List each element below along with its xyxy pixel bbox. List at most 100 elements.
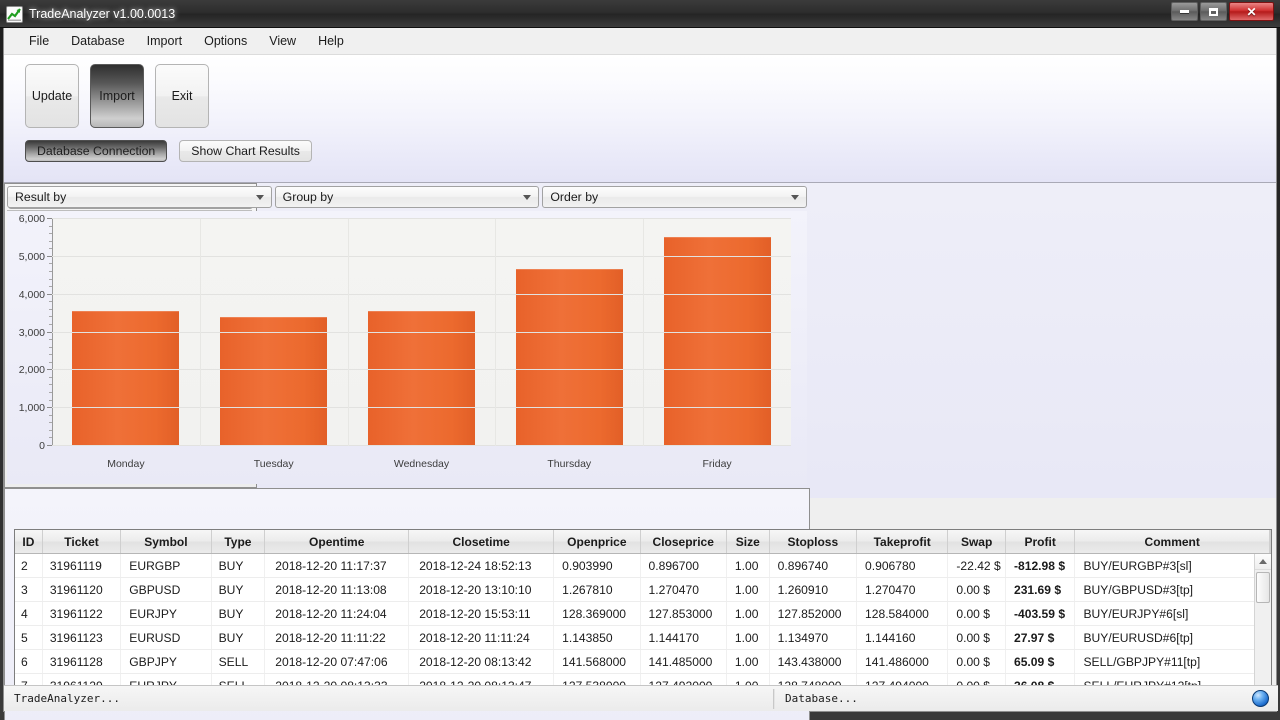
order-by-combo[interactable]: Order by [542, 186, 808, 208]
x-axis-tick-label: Tuesday [253, 458, 294, 470]
y-axis-tick [47, 369, 52, 371]
cell-ticket: 31961122 [43, 602, 122, 625]
window-title: TradeAnalyzer v1.00.0013 [29, 7, 176, 21]
gridline [52, 293, 791, 295]
scrollbar-thumb[interactable] [1256, 572, 1270, 603]
cell-ticket: 31961120 [43, 578, 122, 601]
y-axis-minor-tick [49, 392, 52, 394]
gridline [52, 445, 791, 446]
y-axis-minor-tick [49, 354, 52, 356]
y-axis-minor-tick [49, 339, 52, 341]
y-axis-tick [47, 255, 52, 257]
column-header-size[interactable]: Size [727, 530, 770, 553]
cell-closeprice: 127.853000 [641, 602, 727, 625]
y-axis-tick [47, 407, 52, 409]
column-header-ticket[interactable]: Ticket [43, 530, 122, 553]
toolbar-secondary-group: Database Connection Show Chart Results [25, 140, 312, 162]
show-chart-results-button[interactable]: Show Chart Results [179, 140, 312, 162]
gridline-vertical [495, 219, 497, 446]
column-header-spacer [1270, 530, 1271, 553]
cell-opentime: 2018-12-20 11:13:08 [265, 578, 410, 601]
y-axis-minor-tick [49, 225, 52, 227]
y-axis-minor-tick [49, 278, 52, 280]
menu-item-options[interactable]: Options [193, 30, 258, 52]
menu-item-view[interactable]: View [258, 30, 307, 52]
column-header-type[interactable]: Type [212, 530, 266, 553]
column-header-id[interactable]: ID [15, 530, 43, 553]
cell-type: BUY [212, 602, 266, 625]
column-header-openprice[interactable]: Openprice [554, 530, 641, 553]
cell-type: SELL [212, 650, 266, 673]
cell-comment: BUY/EURJPY#6[sl] [1075, 602, 1270, 625]
cell-closetime: 2018-12-24 18:52:13 [409, 554, 555, 577]
column-header-opentime[interactable]: Opentime [265, 530, 410, 553]
column-header-closeprice[interactable]: Closeprice [641, 530, 727, 553]
maximize-icon [1209, 7, 1218, 16]
table-row[interactable]: 2 31961119 EURGBP BUY 2018-12-20 11:17:37 201… [15, 554, 1271, 578]
y-axis-minor-tick [49, 248, 52, 250]
group-by-combo[interactable]: Group by [274, 186, 540, 208]
y-axis-minor-tick [49, 240, 52, 242]
menu-item-import[interactable]: Import [136, 30, 193, 52]
cell-symbol: GBPJPY [121, 650, 212, 673]
column-header-stoploss[interactable]: Stoploss [770, 530, 857, 553]
maximize-button[interactable] [1200, 2, 1227, 21]
bar-chart: Monday Tuesday Wednesday Thursday Friday 0 1,… [7, 211, 807, 484]
cell-swap: 0.00 $ [948, 650, 1006, 673]
table-row[interactable]: 4 31961122 EURJPY BUY 2018-12-20 11:24:04 201… [15, 602, 1271, 626]
exit-button[interactable]: Exit [155, 64, 209, 128]
menu-item-database[interactable]: Database [60, 30, 136, 52]
column-header-comment[interactable]: Comment [1075, 530, 1271, 553]
chart-bar[interactable] [515, 268, 623, 446]
cell-size: 1.00 [727, 578, 770, 601]
column-header-swap[interactable]: Swap [948, 530, 1006, 553]
y-axis-minor-tick [49, 361, 52, 363]
cell-symbol: GBPUSD [121, 578, 212, 601]
close-button[interactable]: ✕ [1229, 2, 1274, 21]
chart-bar[interactable] [663, 236, 771, 446]
column-header-takeprofit[interactable]: Takeprofit [857, 530, 949, 553]
y-axis-minor-tick [49, 301, 52, 303]
minimize-button[interactable] [1171, 2, 1198, 21]
cell-closetime: 2018-12-20 11:11:24 [409, 626, 555, 649]
table-row[interactable]: 5 31961123 EURUSD BUY 2018-12-20 11:11:22 201… [15, 626, 1271, 650]
result-by-combo[interactable]: Result by [7, 186, 272, 208]
cell-comment: BUY/EURUSD#6[tp] [1075, 626, 1270, 649]
cell-ticket: 31961123 [43, 626, 122, 649]
menu-item-file[interactable]: File [18, 30, 60, 52]
chart-bar[interactable] [220, 317, 328, 446]
gridline-vertical [643, 219, 645, 446]
cell-opentime: 2018-12-20 07:47:06 [265, 650, 410, 673]
y-axis-minor-tick [49, 263, 52, 265]
table-row[interactable]: 3 31961120 GBPUSD BUY 2018-12-20 11:13:08 201… [15, 578, 1271, 602]
x-axis-tick-label: Thursday [547, 458, 592, 470]
database-connection-button[interactable]: Database Connection [25, 140, 168, 162]
table-row[interactable]: 6 31961128 GBPJPY SELL 2018-12-20 07:47:06 20… [15, 650, 1271, 674]
cell-takeprofit: 1.144160 [857, 626, 949, 649]
y-axis-minor-tick [49, 384, 52, 386]
cell-type: BUY [212, 626, 266, 649]
cell-symbol: EURUSD [121, 626, 212, 649]
import-button[interactable]: Import [90, 64, 144, 128]
cell-swap: -22.42 $ [948, 554, 1006, 577]
cell-id: 2 [15, 554, 43, 577]
status-left-text: TradeAnalyzer... [4, 688, 774, 709]
cell-profit: 231.69 $ [1006, 578, 1076, 601]
cell-comment: BUY/EURGBP#3[sl] [1075, 554, 1270, 577]
y-axis-minor-tick [49, 286, 52, 288]
cell-profit: -403.59 $ [1006, 602, 1076, 625]
update-button[interactable]: Update [25, 64, 79, 128]
menu-item-help[interactable]: Help [307, 30, 355, 52]
column-header-closetime[interactable]: Closetime [409, 530, 555, 553]
gridline-vertical [199, 219, 201, 446]
minimize-icon [1180, 10, 1189, 13]
group-by-label: Group by [282, 190, 334, 204]
column-header-profit[interactable]: Profit [1006, 530, 1076, 553]
column-header-symbol[interactable]: Symbol [121, 530, 212, 553]
y-axis-tick [47, 331, 52, 333]
gridline-vertical [347, 219, 349, 446]
scroll-up-button[interactable] [1255, 554, 1271, 570]
middle-region: Symbol No Symbol #USNDAQ100 EURGBP EURJP… [4, 183, 1276, 720]
client-area: File Database Import Options View Help U… [3, 28, 1278, 720]
status-bar: TradeAnalyzer... Database... [4, 685, 1278, 711]
